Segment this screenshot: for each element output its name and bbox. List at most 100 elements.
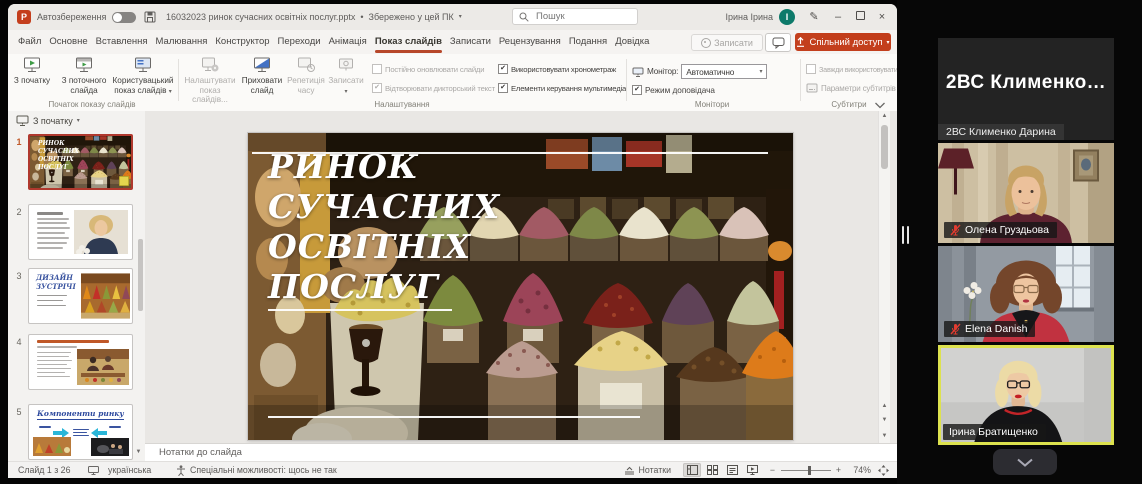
tab-record[interactable]: Записати	[446, 30, 495, 54]
share-button[interactable]: Спільний доступ ▾	[795, 33, 891, 51]
group-label-start: Початок показу слайдів	[10, 100, 174, 109]
panel-resize-handle[interactable]	[902, 226, 910, 244]
subtitle-settings-button[interactable]: Параметри субтитрів ▾	[806, 83, 897, 93]
fit-to-window-icon[interactable]	[878, 465, 889, 476]
pen-icon[interactable]: ✎	[803, 4, 825, 30]
next-slide-button[interactable]: ▼	[879, 417, 890, 423]
tab-animations[interactable]: Анімація	[325, 30, 371, 54]
avatar[interactable]: І	[779, 9, 795, 25]
checkbox-icon: ✔	[632, 85, 642, 95]
group-label-monitors: Монітори	[628, 100, 796, 109]
checkbox-presenter-view[interactable]: ✔ Режим доповідача	[632, 85, 715, 95]
chevron-down-icon: ▾	[459, 4, 462, 30]
record-slideshow-icon	[328, 57, 364, 74]
scroll-down-icon[interactable]: ▼	[879, 433, 890, 439]
chevron-down-icon: ▾	[77, 117, 80, 124]
slide-thumbnail-2[interactable]	[28, 204, 133, 260]
zoom-out-button[interactable]: −	[770, 464, 775, 477]
display-settings-icon[interactable]	[88, 466, 99, 475]
tab-transitions[interactable]: Переходи	[274, 30, 325, 54]
thumb5-photo-left	[33, 437, 71, 456]
close-button[interactable]: ×	[871, 4, 893, 30]
chevron-down-icon: ▾	[887, 39, 890, 46]
tab-help[interactable]: Довідка	[611, 30, 653, 54]
slide-sorter-view-button[interactable]	[703, 463, 721, 477]
tab-home[interactable]: Основне	[45, 30, 91, 54]
ribbon-divider	[800, 59, 801, 101]
notes-pane[interactable]: Нотатки до слайда	[145, 443, 897, 461]
media-badge	[119, 176, 129, 186]
tab-review[interactable]: Рецензування	[495, 30, 565, 54]
custom-slideshow-button[interactable]: Користувацький показ слайдів ▾	[112, 57, 174, 97]
scrollbar-thumb[interactable]	[881, 125, 888, 169]
slideshow-view-button[interactable]	[743, 463, 761, 477]
save-icon[interactable]	[144, 11, 156, 23]
slide-thumbnail-3[interactable]: ДИЗАЙН ЗУСТРІЧІ	[28, 268, 133, 324]
accessibility-status[interactable]: Спеціальні можливості: щось не так	[190, 464, 337, 477]
restore-button[interactable]	[849, 4, 871, 30]
collapse-videos-button[interactable]	[993, 449, 1057, 475]
thumbnail-scrollbar[interactable]	[138, 239, 143, 311]
checkbox-always-subtitles[interactable]: Завжди використовувати субтитри	[806, 64, 897, 74]
tab-slideshow[interactable]: Показ слайдів	[371, 30, 446, 54]
slide-thumbnail-5[interactable]: Компоненти ринку	[28, 404, 133, 460]
slide-canvas[interactable]: РИНОК СУЧАСНИХ ОСВІТНІХ ПОСЛУГ	[248, 133, 793, 440]
user-name: Ірина Ірина	[725, 4, 773, 30]
notes-placeholder: Нотатки до слайда	[159, 447, 242, 458]
zoom-slider-thumb[interactable]	[808, 466, 811, 475]
tab-design[interactable]: Конструктор	[211, 30, 273, 54]
rehearse-timings-button[interactable]: Репетиція часу	[286, 57, 326, 95]
notes-toggle-button[interactable]: Нотатки	[624, 464, 671, 477]
search-input[interactable]	[534, 10, 628, 23]
participant-name-label: Elena Danish	[944, 321, 1035, 337]
normal-view-button[interactable]	[683, 463, 701, 477]
hide-slide-button[interactable]: Приховати слайд	[240, 57, 284, 95]
arrow-left-icon	[91, 428, 107, 438]
record-button[interactable]: Записати	[691, 34, 763, 51]
slide-thumbnail-4[interactable]	[28, 334, 133, 390]
monitor-dropdown[interactable]: Автоматично▾	[681, 64, 767, 79]
search-box[interactable]	[512, 8, 638, 25]
checkbox-media-controls[interactable]: ✔ Елементи керування мультимедіа	[498, 83, 626, 93]
autosave-toggle[interactable]	[112, 12, 136, 23]
participant-name-label: Ірина Братищенко	[943, 424, 1046, 440]
previous-slide-button[interactable]: ▲	[879, 403, 890, 409]
zoom-slider-track[interactable]	[781, 470, 831, 471]
setup-slideshow-button[interactable]: Налаштувати показ слайдів...	[182, 57, 238, 105]
tab-view[interactable]: Подання	[565, 30, 611, 54]
mic-muted-icon	[950, 224, 961, 236]
document-title[interactable]: 16032023 ринок сучасних освітніх послуг.…	[166, 4, 462, 30]
tab-insert[interactable]: Вставлення	[92, 30, 152, 54]
participant-tile-2[interactable]: Олена Груздьова	[938, 143, 1114, 243]
quick-from-start-button[interactable]: З початку ▾	[16, 115, 80, 126]
checkbox-play-narrations[interactable]: ✔ Відтворювати дикторський текст	[372, 83, 495, 93]
from-start-button[interactable]: З початку	[10, 57, 54, 86]
thumb2-photo	[74, 210, 128, 254]
thumb-number: 5	[14, 407, 24, 417]
slide-thumbnail-1[interactable]: РИНОКСУЧАСНИХ ОСВІТНІХПОСЛУГ	[28, 134, 133, 190]
reading-view-button[interactable]	[723, 463, 741, 477]
slideshow-icon	[16, 115, 29, 126]
tab-draw[interactable]: Малювання	[152, 30, 212, 54]
zoom-level[interactable]: 74%	[853, 464, 871, 477]
slide-title[interactable]: РИНОК СУЧАСНИХ ОСВІТНІХ ПОСЛУГ	[268, 147, 500, 307]
zoom-in-button[interactable]: +	[836, 464, 841, 477]
record-slideshow-button[interactable]: Записати ▾	[328, 57, 364, 97]
participant-tile-3[interactable]: Elena Danish	[938, 246, 1114, 342]
record-icon	[701, 38, 711, 48]
tab-file[interactable]: Файл	[14, 30, 45, 54]
participant-tile-1[interactable]: 2ВС Клименко… 2ВС Клименко Дарина	[938, 38, 1114, 140]
monitor-icon	[632, 67, 644, 77]
scroll-up-icon[interactable]: ▲	[879, 113, 890, 119]
language-indicator[interactable]: українська	[108, 464, 151, 477]
participant-tile-4-active-speaker[interactable]: Ірина Братищенко	[938, 345, 1114, 445]
editor-scrollbar[interactable]: ▲ ▲ ▼ ▼	[878, 111, 890, 443]
checkbox-use-timings[interactable]: ✔ Використовувати хронометраж	[498, 64, 616, 74]
comments-button[interactable]	[765, 33, 791, 52]
scroll-down-icon[interactable]: ▼	[133, 449, 144, 455]
minimize-button[interactable]: –	[827, 4, 849, 30]
filename: 16032023 ринок сучасних освітніх послуг.…	[166, 4, 355, 30]
saved-status: Збережено у цей ПК	[369, 4, 454, 30]
checkbox-keep-slides-updated[interactable]: Постійно оновлювати слайди	[372, 64, 484, 74]
from-current-slide-button[interactable]: З поточного слайда	[56, 57, 112, 95]
